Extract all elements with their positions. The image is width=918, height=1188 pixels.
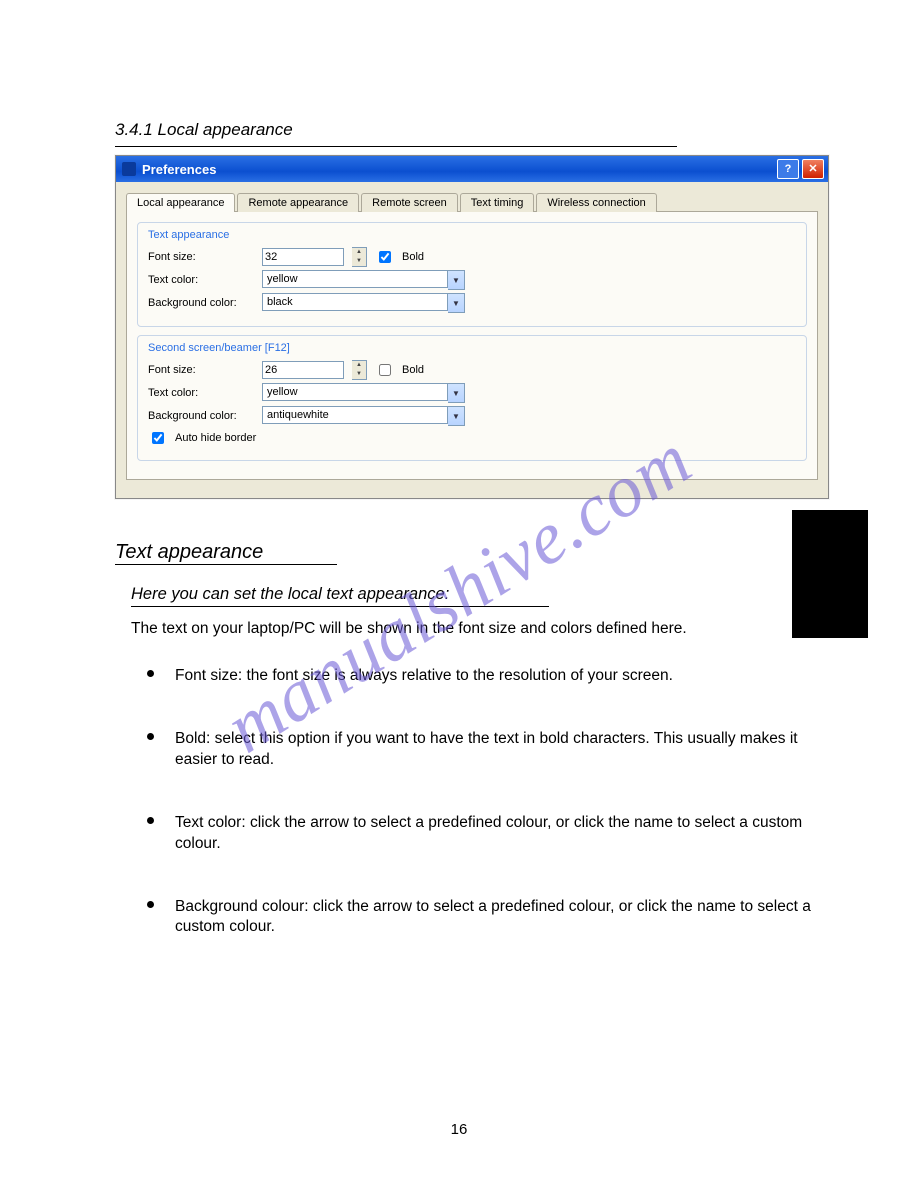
section-title: 3.4.1 Local appearance [115, 120, 828, 140]
label-font-size-2: Font size: [148, 364, 254, 376]
spin-down-icon: ▼ [352, 370, 366, 379]
tab-panel-local-appearance: Text appearance Font size: ▲▼ Bold Text … [126, 211, 818, 480]
chevron-down-icon[interactable]: ▼ [448, 406, 465, 426]
app-icon [122, 162, 136, 176]
chevron-down-icon[interactable]: ▼ [448, 293, 465, 313]
label-bg-color-1: Background color: [148, 297, 254, 309]
bg-color-combo-2[interactable] [262, 406, 448, 424]
label-text-color-1: Text color: [148, 274, 254, 286]
tab-remote-appearance[interactable]: Remote appearance [237, 193, 359, 212]
window-body: Local appearance Remote appearance Remot… [116, 182, 828, 498]
spin-down-icon: ▼ [352, 257, 366, 266]
tab-text-timing[interactable]: Text timing [460, 193, 535, 212]
section-underline [115, 146, 677, 147]
tab-strip: Local appearance Remote appearance Remot… [126, 193, 818, 212]
bg-color-combo-1[interactable] [262, 293, 448, 311]
tab-remote-screen[interactable]: Remote screen [361, 193, 458, 212]
bullet-text-color: Text color: click the arrow to select a … [167, 805, 828, 855]
chevron-down-icon[interactable]: ▼ [448, 270, 465, 290]
bold-checkbox-1[interactable] [379, 251, 391, 263]
window-title: Preferences [142, 162, 216, 177]
font-size-input-2[interactable] [262, 361, 344, 379]
text-color-combo-2[interactable] [262, 383, 448, 401]
label-text-color-2: Text color: [148, 387, 254, 399]
bullet-font-size: Font size: the font size is always relat… [167, 658, 828, 687]
spin-up-icon: ▲ [352, 248, 366, 257]
auto-hide-checkbox[interactable] [152, 432, 164, 444]
bold-label-2: Bold [402, 364, 424, 376]
text-color-combo-1[interactable] [262, 270, 448, 288]
bold-label-1: Bold [402, 251, 424, 263]
spin-up-icon: ▲ [352, 361, 366, 370]
auto-hide-label: Auto hide border [175, 432, 256, 444]
bullet-bold: Bold: select this option if you want to … [167, 721, 828, 771]
label-bg-color-2: Background color: [148, 410, 254, 422]
font-size-spinner-1[interactable]: ▲▼ [352, 247, 367, 267]
body-subtitle-underline [131, 606, 549, 607]
body-heading: Text appearance [115, 541, 828, 564]
group-second-screen: Second screen/beamer [F12] Font size: ▲▼… [137, 335, 807, 461]
body-heading-underline [115, 564, 337, 565]
window-titlebar: Preferences ? ✕ [116, 156, 828, 182]
chevron-down-icon[interactable]: ▼ [448, 383, 465, 403]
font-size-spinner-2[interactable]: ▲▼ [352, 360, 367, 380]
tab-local-appearance[interactable]: Local appearance [126, 193, 235, 212]
tab-wireless-connection[interactable]: Wireless connection [536, 193, 656, 212]
body-intro: The text on your laptop/PC will be shown… [131, 619, 818, 640]
bold-checkbox-2[interactable] [379, 364, 391, 376]
close-button[interactable]: ✕ [802, 159, 824, 179]
preferences-screenshot: Preferences ? ✕ Local appearance Remote … [115, 155, 829, 499]
label-font-size-1: Font size: [148, 251, 254, 263]
legend-text-appearance: Text appearance [148, 229, 796, 241]
body-subtitle: Here you can set the local text appearan… [131, 585, 828, 604]
body-bullet-list: Font size: the font size is always relat… [167, 658, 828, 938]
group-text-appearance: Text appearance Font size: ▲▼ Bold Text … [137, 222, 807, 327]
help-button[interactable]: ? [777, 159, 799, 179]
page-number: 16 [0, 1121, 918, 1138]
bullet-background-color: Background colour: click the arrow to se… [167, 889, 828, 939]
font-size-input-1[interactable] [262, 248, 344, 266]
black-side-block [792, 510, 868, 638]
legend-second-screen: Second screen/beamer [F12] [148, 342, 796, 354]
